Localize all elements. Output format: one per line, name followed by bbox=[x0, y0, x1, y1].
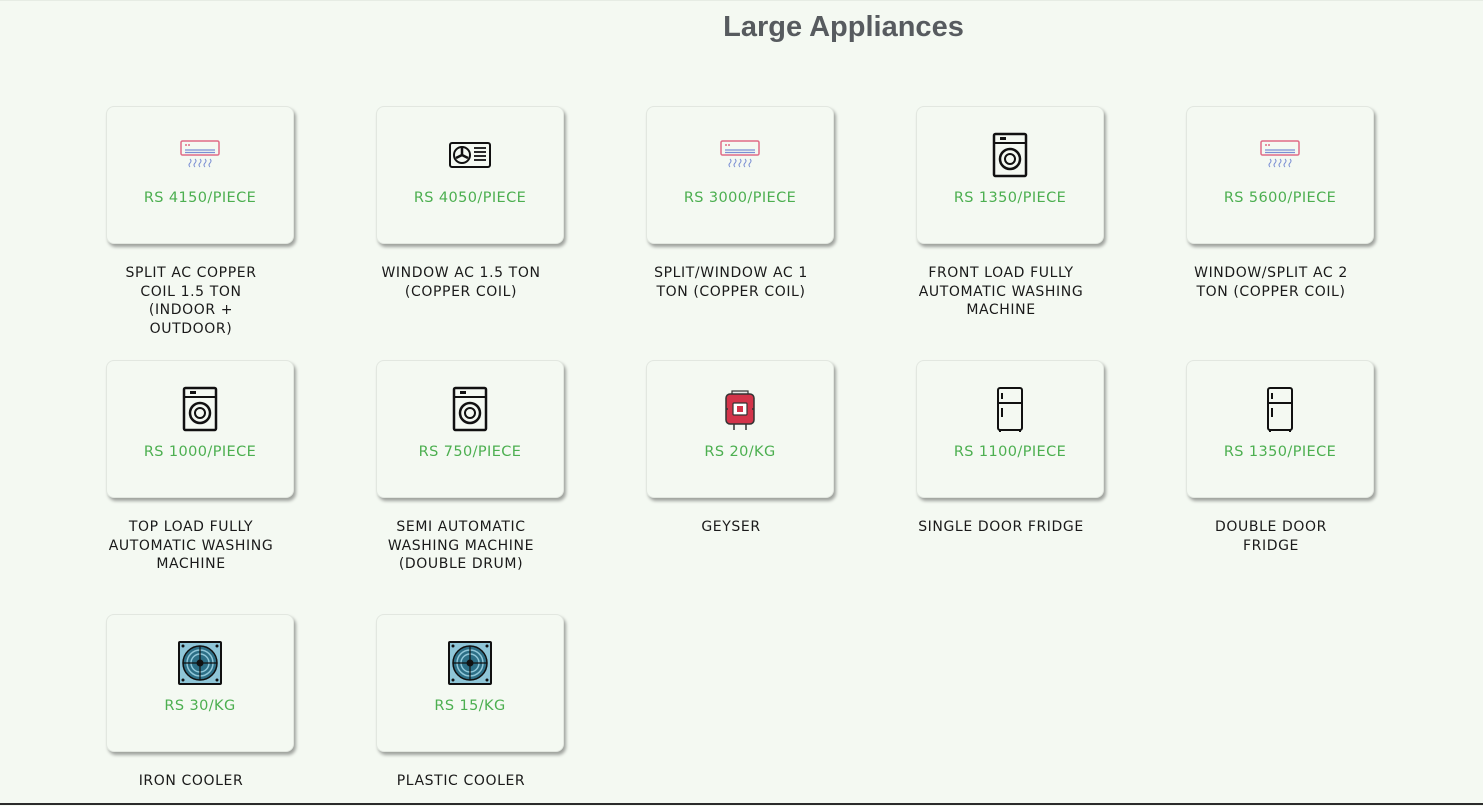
product-name[interactable]: TOP LOAD FULLY AUTOMATIC WASHING MACHINE bbox=[106, 518, 276, 574]
product-name[interactable]: DOUBLE DOOR FRIDGE bbox=[1186, 518, 1356, 555]
product-name[interactable]: IRON COOLER bbox=[106, 772, 276, 791]
product-item[interactable]: RS 750/PIECE SEMI AUTOMATIC WASHING MACH… bbox=[376, 360, 566, 574]
product-name[interactable]: WINDOW AC 1.5 TON (COPPER COIL) bbox=[376, 264, 546, 301]
product-item[interactable]: RS 4150/PIECE SPLIT AC COPPER COIL 1.5 T… bbox=[106, 106, 296, 338]
product-price: RS 1000/PIECE bbox=[143, 444, 257, 460]
product-item[interactable]: RS 20/KG GEYSER bbox=[646, 360, 836, 537]
product-card[interactable]: RS 3000/PIECE bbox=[646, 106, 834, 244]
product-card[interactable]: RS 15/KG bbox=[376, 614, 564, 752]
product-card[interactable]: RS 1100/PIECE bbox=[916, 360, 1104, 498]
washing-machine-icon bbox=[452, 386, 488, 432]
product-item[interactable]: RS 1350/PIECE DOUBLE DOOR FRIDGE bbox=[1186, 360, 1376, 555]
product-card[interactable]: RS 1350/PIECE bbox=[1186, 360, 1374, 498]
product-card[interactable]: RS 4050/PIECE bbox=[376, 106, 564, 244]
product-card[interactable]: RS 1350/PIECE bbox=[916, 106, 1104, 244]
product-price: RS 4150/PIECE bbox=[143, 190, 257, 206]
product-price: RS 3000/PIECE bbox=[683, 190, 797, 206]
product-item[interactable]: RS 3000/PIECE SPLIT/WINDOW AC 1 TON (COP… bbox=[646, 106, 836, 301]
product-name[interactable]: GEYSER bbox=[646, 518, 816, 537]
product-price: RS 1350/PIECE bbox=[953, 190, 1067, 206]
product-name[interactable]: PLASTIC COOLER bbox=[376, 772, 546, 791]
product-item[interactable]: RS 1000/PIECE TOP LOAD FULLY AUTOMATIC W… bbox=[106, 360, 296, 574]
product-name[interactable]: SEMI AUTOMATIC WASHING MACHINE (DOUBLE D… bbox=[376, 518, 546, 574]
split-ac-icon bbox=[1260, 140, 1300, 168]
split-ac-icon bbox=[180, 140, 220, 168]
product-price: RS 4050/PIECE bbox=[413, 190, 527, 206]
product-name[interactable]: SPLIT AC COPPER COIL 1.5 TON (INDOOR + O… bbox=[106, 264, 276, 338]
product-item[interactable]: RS 4050/PIECE WINDOW AC 1.5 TON (COPPER … bbox=[376, 106, 566, 301]
product-item[interactable]: RS 15/KG PLASTIC COOLER bbox=[376, 614, 566, 791]
fridge-icon bbox=[997, 387, 1023, 432]
product-price: RS 30/KG bbox=[164, 698, 236, 714]
product-card[interactable]: RS 30/KG bbox=[106, 614, 294, 752]
product-item[interactable]: RS 1350/PIECE FRONT LOAD FULLY AUTOMATIC… bbox=[916, 106, 1106, 320]
product-price: RS 1100/PIECE bbox=[953, 444, 1067, 460]
product-name[interactable]: SINGLE DOOR FRIDGE bbox=[916, 518, 1086, 537]
product-price: RS 15/KG bbox=[434, 698, 506, 714]
product-grid: RS 4150/PIECE SPLIT AC COPPER COIL 1.5 T… bbox=[0, 1, 1483, 806]
washing-machine-icon bbox=[992, 132, 1028, 178]
product-price: RS 750/PIECE bbox=[418, 444, 522, 460]
product-name[interactable]: SPLIT/WINDOW AC 1 TON (COPPER COIL) bbox=[646, 264, 816, 301]
split-ac-icon bbox=[720, 140, 760, 168]
product-card[interactable]: RS 4150/PIECE bbox=[106, 106, 294, 244]
cooler-icon bbox=[448, 641, 492, 685]
product-card[interactable]: RS 750/PIECE bbox=[376, 360, 564, 498]
product-name[interactable]: FRONT LOAD FULLY AUTOMATIC WASHING MACHI… bbox=[916, 264, 1086, 320]
product-card[interactable]: RS 1000/PIECE bbox=[106, 360, 294, 498]
fridge-icon bbox=[1267, 387, 1293, 432]
product-item[interactable]: RS 1100/PIECE SINGLE DOOR FRIDGE bbox=[916, 360, 1106, 537]
product-price: RS 1350/PIECE bbox=[1223, 444, 1337, 460]
product-item[interactable]: RS 5600/PIECE WINDOW/SPLIT AC 2 TON (COP… bbox=[1186, 106, 1376, 301]
cooler-icon bbox=[178, 641, 222, 685]
window-ac-icon bbox=[449, 142, 491, 168]
product-card[interactable]: RS 20/KG bbox=[646, 360, 834, 498]
product-card[interactable]: RS 5600/PIECE bbox=[1186, 106, 1374, 244]
product-price: RS 5600/PIECE bbox=[1223, 190, 1337, 206]
geyser-icon bbox=[725, 390, 755, 430]
product-item[interactable]: RS 30/KG IRON COOLER bbox=[106, 614, 296, 791]
washing-machine-icon bbox=[182, 386, 218, 432]
product-name[interactable]: WINDOW/SPLIT AC 2 TON (COPPER COIL) bbox=[1186, 264, 1356, 301]
product-price: RS 20/KG bbox=[704, 444, 776, 460]
